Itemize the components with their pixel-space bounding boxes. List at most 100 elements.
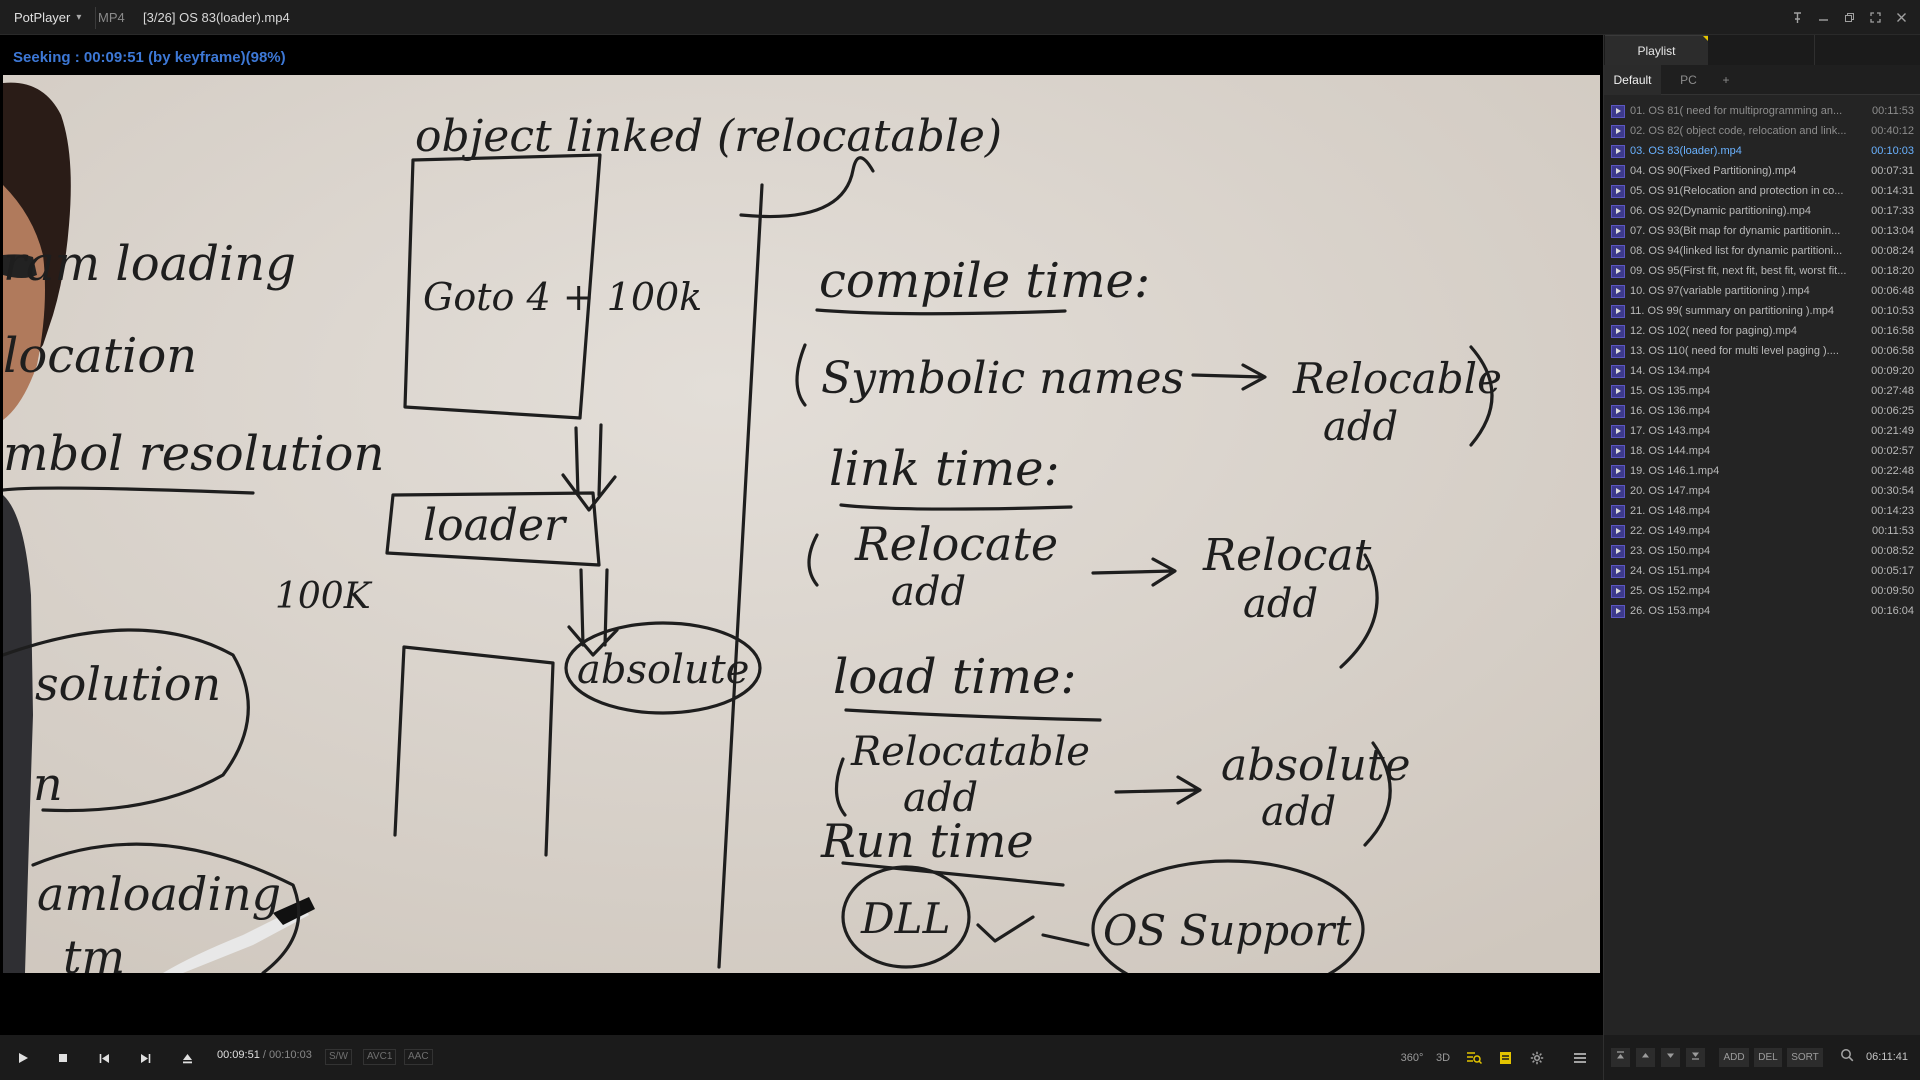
tag-audio-codec[interactable]: AAC (404, 1049, 433, 1065)
playlist-item[interactable]: 19. OS 146.1.mp4 00:22:48 (1604, 461, 1920, 481)
next-icon[interactable] (134, 1047, 156, 1069)
playlist-item-name: 19. OS 146.1.mp4 (1630, 465, 1720, 477)
eject-icon[interactable] (176, 1047, 198, 1069)
playlist-item[interactable]: 16. OS 136.mp4 00:06:25 (1604, 401, 1920, 421)
playlist-toolbar: ADD DEL SORT 06:11:41 (1604, 1035, 1920, 1080)
stop-icon[interactable] (52, 1047, 74, 1069)
video-file-icon (1611, 504, 1625, 518)
playlist-item[interactable]: 23. OS 150.mp4 00:08:52 (1604, 541, 1920, 561)
sort-button[interactable]: SORT (1787, 1048, 1823, 1067)
add-button[interactable]: ADD (1719, 1048, 1749, 1067)
playlist-item[interactable]: 09. OS 95(First fit, next fit, best fit,… (1604, 261, 1920, 281)
vr-360-button[interactable]: 360° (1401, 1047, 1424, 1069)
app-menu-button[interactable]: PotPlayer ▾ (14, 0, 81, 35)
3d-button[interactable]: 3D (1432, 1047, 1454, 1069)
wb-link-time: link time: (829, 441, 1060, 497)
wb-relocatable: Relocable (1292, 354, 1502, 403)
tab-playlist[interactable]: Playlist (1605, 35, 1708, 65)
seek-osd-message: Seeking : 00:09:51 (by keyframe)(98%) (13, 49, 286, 66)
playlist-item-duration: 00:10:03 (1871, 145, 1914, 157)
move-bottom-icon[interactable] (1686, 1048, 1705, 1067)
playlist-item[interactable]: 02. OS 82( object code, relocation and l… (1604, 121, 1920, 141)
chevron-down-icon: ▾ (76, 12, 82, 23)
playlist-item-current[interactable]: 03. OS 83(loader).mp4 00:10:03 (1604, 141, 1920, 161)
playlist-item[interactable]: 13. OS 110( need for multi level paging … (1604, 341, 1920, 361)
delete-button[interactable]: DEL (1754, 1048, 1782, 1067)
playlist-item-duration: 00:11:53 (1871, 525, 1914, 537)
fullscreen-icon[interactable] (1864, 7, 1886, 29)
move-down-icon[interactable] (1661, 1048, 1680, 1067)
playlist-item-name: 20. OS 147.mp4 (1630, 485, 1711, 497)
playlist-item-duration: 00:02:57 (1871, 445, 1914, 457)
playlist-item[interactable]: 08. OS 94(linked list for dynamic partit… (1604, 241, 1920, 261)
playlist-item[interactable]: 01. OS 81( need for multiprogramming an.… (1604, 101, 1920, 121)
playlist-item[interactable]: 17. OS 143.mp4 00:21:49 (1604, 421, 1920, 441)
settings-gear-icon[interactable] (1526, 1047, 1548, 1069)
wb-absolute-add: absolute (1221, 740, 1411, 791)
title-divider (95, 7, 96, 29)
playlist-item[interactable]: 21. OS 148.mp4 00:14:23 (1604, 501, 1920, 521)
capture-icon[interactable] (1463, 1047, 1485, 1069)
video-file-icon (1611, 464, 1625, 478)
playlist-item-duration: 00:16:04 (1871, 605, 1914, 617)
wb-absolute: absolute (577, 647, 749, 693)
playlist-item[interactable]: 11. OS 99( summary on partitioning ).mp4… (1604, 301, 1920, 321)
playlist-item[interactable]: 15. OS 135.mp4 00:27:48 (1604, 381, 1920, 401)
playlist-item[interactable]: 05. OS 91(Relocation and protection in c… (1604, 181, 1920, 201)
previous-icon[interactable] (93, 1047, 115, 1069)
playlist-item-name: 24. OS 151.mp4 (1630, 565, 1711, 577)
menu-icon[interactable] (1569, 1047, 1591, 1069)
playlist-item[interactable]: 20. OS 147.mp4 00:30:54 (1604, 481, 1920, 501)
playlist-item[interactable]: 04. OS 90(Fixed Partitioning).mp4 00:07:3… (1604, 161, 1920, 181)
control-bar: 00:09:51 / 00:10:03 S/W AVC1 AAC 360° 3D (0, 1035, 1603, 1080)
playlist-item[interactable]: 24. OS 151.mp4 00:05:17 (1604, 561, 1920, 581)
wb-left-5: n (33, 757, 63, 811)
tag-decoder[interactable]: S/W (325, 1049, 352, 1065)
pin-icon[interactable] (1786, 7, 1808, 29)
minimize-icon[interactable] (1812, 7, 1834, 29)
move-top-icon[interactable] (1611, 1048, 1630, 1067)
restore-icon[interactable] (1838, 7, 1860, 29)
video-file-icon (1611, 564, 1625, 578)
time-display[interactable]: 00:09:51 / 00:10:03 (217, 1049, 312, 1061)
playlist-item-duration: 00:09:50 (1871, 585, 1914, 597)
move-up-icon[interactable] (1636, 1048, 1655, 1067)
add-subtab-button[interactable]: + (1716, 65, 1736, 95)
format-label: MP4 (98, 10, 125, 25)
video-frame-whiteboard: object linked (relocatable) Goto 4 + 100… (3, 75, 1600, 973)
playlist-item[interactable]: 22. OS 149.mp4 00:11:53 (1604, 521, 1920, 541)
wb-add-3: add (1243, 581, 1318, 627)
wb-add-5: add (1261, 789, 1336, 835)
playlist-item-name: 16. OS 136.mp4 (1630, 405, 1711, 417)
video-file-icon (1611, 304, 1625, 318)
playlist-item[interactable]: 07. OS 93(Bit map for dynamic partitioni… (1604, 221, 1920, 241)
play-icon[interactable] (12, 1047, 34, 1069)
subtab-pc[interactable]: PC (1661, 65, 1716, 95)
playlist-item-duration: 00:08:24 (1871, 245, 1914, 257)
search-icon[interactable] (1840, 1048, 1854, 1065)
video-file-icon (1611, 124, 1625, 138)
close-icon[interactable] (1890, 7, 1912, 29)
playlist-item[interactable]: 26. OS 153.mp4 00:16:04 (1604, 601, 1920, 621)
playlist-item-name: 21. OS 148.mp4 (1630, 505, 1711, 517)
playlist-item[interactable]: 06. OS 92(Dynamic partitioning).mp4 00:17… (1604, 201, 1920, 221)
playlist-item[interactable]: 12. OS 102( need for paging).mp4 00:16:58 (1604, 321, 1920, 341)
playlist-panel: Playlist Default PC + 01. OS 81( need fo… (1603, 35, 1920, 1080)
playlist-item[interactable]: 14. OS 134.mp4 00:09:20 (1604, 361, 1920, 381)
clock: 06:11:41 (1866, 1051, 1909, 1063)
video-area[interactable]: Seeking : 00:09:51 (by keyframe)(98%) ob… (0, 35, 1603, 1065)
playlist-item-duration: 00:11:53 (1871, 105, 1914, 117)
video-file-icon (1611, 344, 1625, 358)
playlist-item-name: 01. OS 81( need for multiprogramming an.… (1630, 105, 1843, 117)
video-file-icon (1611, 404, 1625, 418)
playlist-item[interactable]: 10. OS 97(variable partitioning ).mp4 00:… (1604, 281, 1920, 301)
total-time: 00:10:03 (269, 1049, 312, 1061)
whiteboard-image: object linked (relocatable) Goto 4 + 100… (3, 75, 1600, 973)
video-file-icon (1611, 544, 1625, 558)
subtitle-icon[interactable] (1494, 1047, 1516, 1069)
playlist-item[interactable]: 18. OS 144.mp4 00:02:57 (1604, 441, 1920, 461)
playlist-item-name: 03. OS 83(loader).mp4 (1630, 145, 1742, 157)
subtab-default[interactable]: Default (1604, 65, 1661, 95)
playlist-item[interactable]: 25. OS 152.mp4 00:09:50 (1604, 581, 1920, 601)
tag-video-codec[interactable]: AVC1 (363, 1049, 397, 1065)
